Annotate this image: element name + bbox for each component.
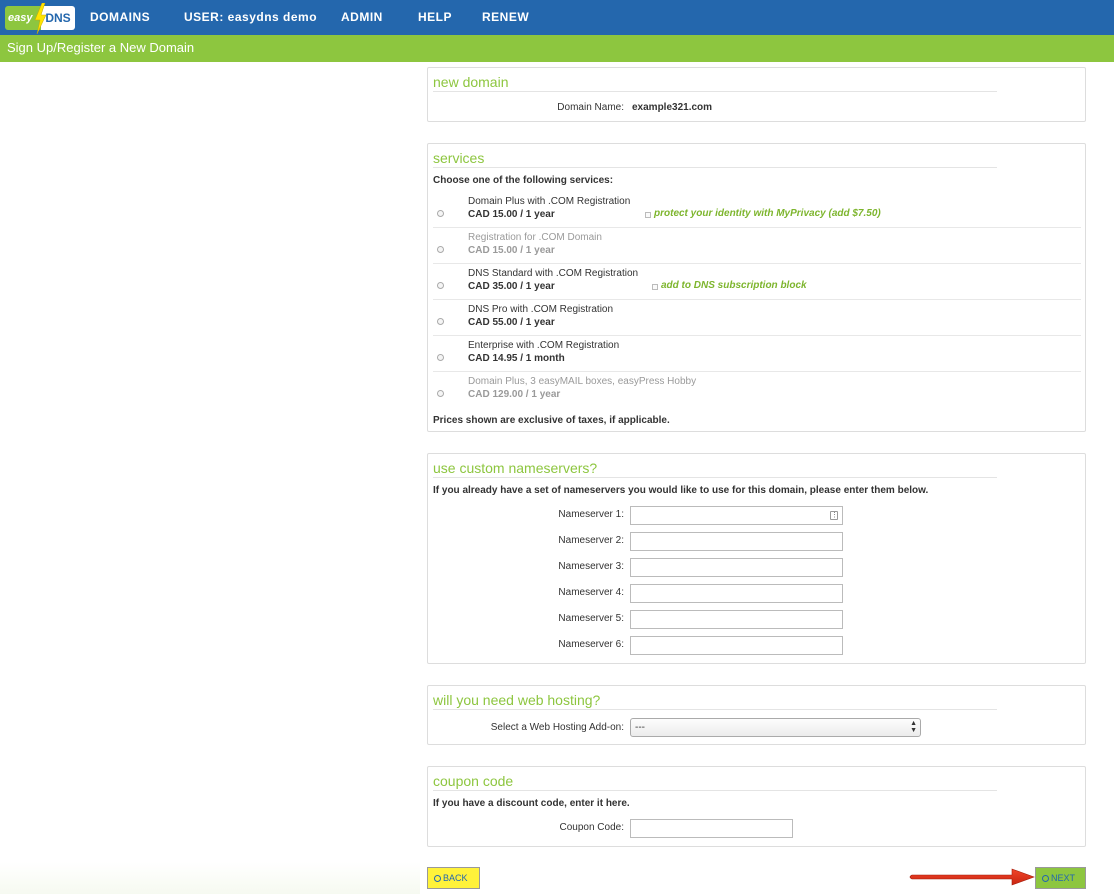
nameserver-6-label: Nameserver 6: (558, 639, 624, 650)
coupon-intro: If you have a discount code, enter it he… (433, 798, 630, 809)
service-option[interactable]: Domain Plus, 3 easyMAIL boxes, easyPress… (433, 372, 1081, 408)
red-arrow-annotation (909, 868, 1035, 886)
select-arrows-icon: ▲ ▼ (910, 720, 917, 734)
page-title: Sign Up/Register a New Domain (0, 35, 1114, 62)
nameserver-3-input[interactable] (630, 558, 843, 577)
bottom-fade (0, 862, 420, 894)
services-heading: services (433, 150, 485, 166)
service-radio[interactable] (437, 390, 444, 397)
service-radio[interactable] (437, 318, 444, 325)
divider (433, 167, 997, 168)
coupon-heading: coupon code (433, 773, 514, 789)
web-hosting-select[interactable]: --- ▲ ▼ (630, 718, 921, 737)
nameservers-heading: use custom nameservers? (433, 460, 598, 476)
coupon-code-input[interactable] (630, 819, 793, 838)
nameservers-intro: If you already have a set of nameservers… (433, 485, 929, 496)
circle-arrow-icon (434, 875, 441, 882)
services-panel: services Choose one of the following ser… (427, 143, 1086, 432)
service-option[interactable]: Enterprise with .COM Registration CAD 14… (433, 336, 1081, 372)
service-option[interactable]: Registration for .COM Domain CAD 15.00 /… (433, 228, 1081, 264)
nameserver-4-input[interactable] (630, 584, 843, 603)
divider (433, 91, 997, 92)
top-nav-bar: easy DNS DOMAINS USER: easydns demo ADMI… (0, 0, 1114, 35)
nameserver-5-input[interactable] (630, 610, 843, 629)
nav-user[interactable]: USER: easydns demo (184, 0, 317, 35)
domain-name-value: example321.com (632, 102, 713, 113)
service-price: CAD 55.00 / 1 year (468, 317, 555, 328)
nav-help[interactable]: HELP (418, 0, 452, 35)
nameserver-3-label: Nameserver 3: (558, 561, 624, 572)
coupon-code-label: Coupon Code: (559, 822, 625, 833)
myprivacy-label: protect your identity with MyPrivacy (ad… (654, 208, 881, 219)
nameserver-1-input[interactable]: ⋮ (630, 506, 843, 525)
next-button-label: NEXT (1051, 873, 1076, 883)
service-price: CAD 15.00 / 1 year (468, 245, 555, 256)
lightning-bolt-icon (34, 3, 47, 34)
divider (433, 709, 997, 710)
web-hosting-panel: will you need web hosting? Select a Web … (427, 685, 1086, 745)
service-radio[interactable] (437, 282, 444, 289)
service-name: Domain Plus, 3 easyMAIL boxes, easyPress… (468, 376, 697, 387)
dns-subscription-label: add to DNS subscription block (661, 280, 807, 291)
nameserver-2-label: Nameserver 2: (558, 535, 624, 546)
easydns-logo[interactable]: easy DNS (5, 3, 75, 34)
service-radio[interactable] (437, 354, 444, 361)
web-hosting-selected-value: --- (635, 722, 645, 733)
service-option[interactable]: DNS Pro with .COM Registration CAD 55.00… (433, 300, 1081, 336)
dns-subscription-addon[interactable]: add to DNS subscription block (652, 280, 807, 291)
prices-footnote: Prices shown are exclusive of taxes, if … (433, 415, 670, 426)
service-name: Registration for .COM Domain (468, 232, 602, 243)
nameserver-5-label: Nameserver 5: (558, 613, 624, 624)
domain-name-label: Domain Name: (557, 102, 624, 113)
service-price: CAD 14.95 / 1 month (468, 353, 565, 364)
nav-renew[interactable]: RENEW (482, 0, 529, 35)
service-option[interactable]: Domain Plus with .COM Registration CAD 1… (433, 192, 1081, 228)
nameservers-panel: use custom nameservers? If you already h… (427, 453, 1086, 664)
myprivacy-checkbox[interactable] (645, 212, 651, 218)
nav-admin[interactable]: ADMIN (341, 0, 383, 35)
divider (433, 790, 997, 791)
service-price: CAD 15.00 / 1 year (468, 209, 555, 220)
keychain-autofill-icon[interactable]: ⋮ (830, 511, 838, 520)
coupon-panel: coupon code If you have a discount code,… (427, 766, 1086, 847)
service-radio[interactable] (437, 210, 444, 217)
next-button[interactable]: NEXT (1035, 867, 1086, 889)
back-button[interactable]: BACK (427, 867, 480, 889)
service-name: Domain Plus with .COM Registration (468, 196, 631, 207)
nav-domains[interactable]: DOMAINS (90, 0, 150, 35)
service-price: CAD 129.00 / 1 year (468, 389, 561, 400)
service-price: CAD 35.00 / 1 year (468, 281, 555, 292)
service-name: DNS Standard with .COM Registration (468, 268, 639, 279)
nameserver-2-input[interactable] (630, 532, 843, 551)
nameserver-4-label: Nameserver 4: (558, 587, 624, 598)
circle-arrow-icon (1042, 875, 1049, 882)
nameserver-1-label: Nameserver 1: (558, 509, 624, 520)
new-domain-heading: new domain (433, 74, 509, 90)
web-hosting-heading: will you need web hosting? (433, 692, 601, 708)
new-domain-panel: new domain Domain Name: example321.com (427, 67, 1086, 122)
nameserver-6-input[interactable] (630, 636, 843, 655)
myprivacy-addon[interactable]: protect your identity with MyPrivacy (ad… (645, 208, 881, 219)
service-name: DNS Pro with .COM Registration (468, 304, 614, 315)
dns-subscription-checkbox[interactable] (652, 284, 658, 290)
service-option[interactable]: DNS Standard with .COM Registration CAD … (433, 264, 1081, 300)
service-radio[interactable] (437, 246, 444, 253)
services-intro: Choose one of the following services: (433, 175, 614, 186)
divider (433, 477, 997, 478)
back-button-label: BACK (443, 873, 468, 883)
service-name: Enterprise with .COM Registration (468, 340, 620, 351)
web-hosting-label: Select a Web Hosting Add-on: (490, 722, 624, 733)
